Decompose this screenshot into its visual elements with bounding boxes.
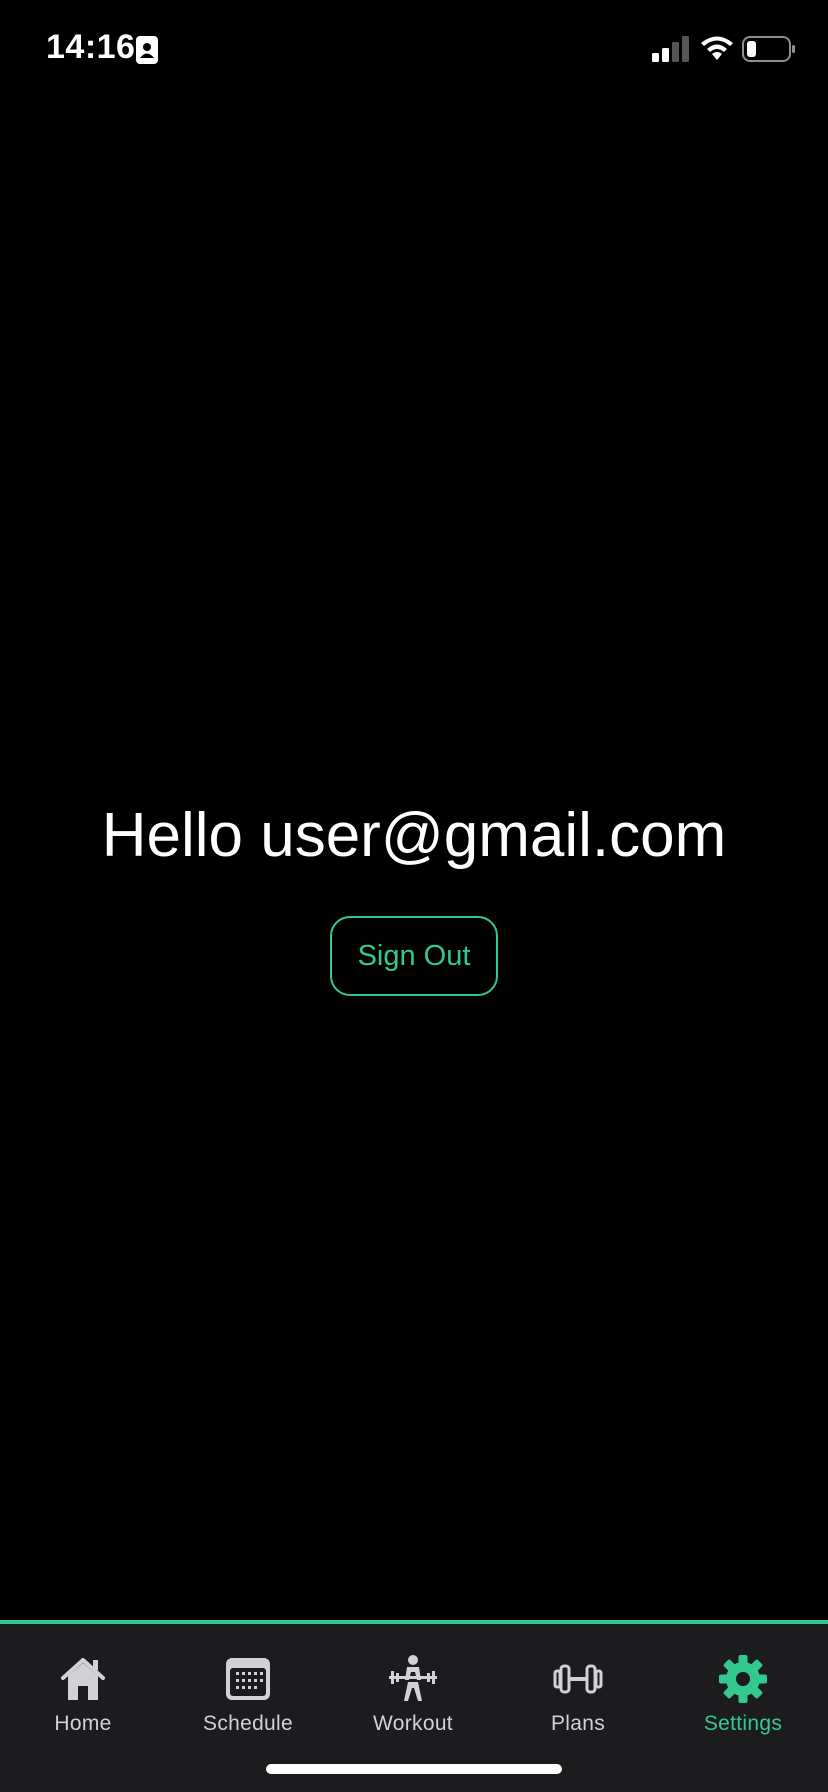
tab-home-label: Home <box>54 1712 112 1735</box>
gear-icon <box>719 1655 767 1703</box>
tab-settings-label: Settings <box>703 1712 783 1735</box>
signal-icon <box>652 36 689 62</box>
tab-schedule-label: Schedule <box>203 1712 293 1735</box>
status-bar: 14:16 <box>0 0 828 100</box>
status-time: 14:16 <box>46 28 136 66</box>
calendar-icon <box>226 1658 270 1700</box>
tab-workout[interactable]: Workout <box>330 1654 496 1744</box>
tab-workout-label: Workout <box>373 1712 453 1735</box>
wifi-icon <box>701 36 733 60</box>
tab-schedule[interactable]: Schedule <box>165 1654 331 1744</box>
weightlifter-icon <box>389 1655 437 1701</box>
house-icon <box>61 1658 105 1700</box>
sign-out-button[interactable]: Sign Out <box>330 916 498 996</box>
tab-plans-label: Plans <box>550 1712 606 1735</box>
tab-settings[interactable]: Settings <box>660 1654 826 1744</box>
tab-home[interactable]: Home <box>0 1654 166 1744</box>
contact-card-icon <box>136 36 158 64</box>
home-indicator[interactable] <box>266 1764 562 1774</box>
tab-plans[interactable]: Plans <box>495 1654 661 1744</box>
dumbbell-icon <box>553 1664 603 1694</box>
greeting-text: Hello user@gmail.com <box>101 801 727 870</box>
app-screen: 14:16 Hello user@gmail.com Sign Out Home… <box>0 0 828 1792</box>
battery-icon <box>742 36 795 62</box>
